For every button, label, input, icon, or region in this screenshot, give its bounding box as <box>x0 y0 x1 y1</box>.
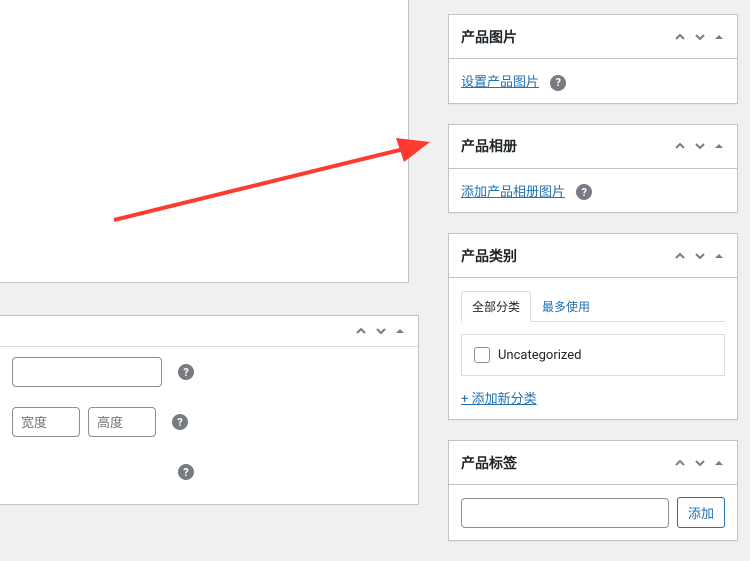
product-image-title: 产品图片 <box>461 27 517 47</box>
help-icon[interactable]: ? <box>172 414 188 430</box>
product-categories-header: 产品类别 <box>449 234 737 278</box>
toggle-icon[interactable] <box>713 31 725 43</box>
help-icon[interactable]: ? <box>576 184 592 200</box>
move-up-icon[interactable] <box>673 139 687 153</box>
toggle-icon[interactable] <box>713 457 725 469</box>
add-gallery-images-link[interactable]: 添加产品相册图片 <box>461 185 565 200</box>
product-data-header <box>0 316 418 347</box>
product-categories-title: 产品类别 <box>461 246 517 266</box>
pd-move-down-icon[interactable] <box>374 324 388 338</box>
help-icon[interactable]: ? <box>178 364 194 380</box>
product-gallery-header: 产品相册 <box>449 125 737 169</box>
tab-all-categories[interactable]: 全部分类 <box>461 291 531 322</box>
help-icon[interactable]: ? <box>178 464 194 480</box>
add-tag-button[interactable]: 添加 <box>677 497 725 528</box>
product-data-row-1: ? <box>0 347 418 391</box>
width-input[interactable] <box>12 407 80 437</box>
pd-input-1[interactable] <box>12 357 162 387</box>
product-tags-title: 产品标签 <box>461 453 517 473</box>
product-image-header: 产品图片 <box>449 15 737 59</box>
toggle-icon[interactable] <box>713 250 725 262</box>
category-item[interactable]: Uncategorized <box>474 347 712 363</box>
checkbox[interactable] <box>474 347 490 363</box>
tag-input[interactable] <box>461 498 669 528</box>
product-data-row-3: ? <box>0 441 418 491</box>
height-input[interactable] <box>88 407 156 437</box>
move-up-icon[interactable] <box>673 456 687 470</box>
help-icon[interactable]: ? <box>550 75 566 91</box>
move-up-icon[interactable] <box>673 249 687 263</box>
add-new-category-link[interactable]: + 添加新分类 <box>461 392 537 407</box>
move-up-icon[interactable] <box>673 30 687 44</box>
toggle-icon[interactable] <box>713 140 725 152</box>
move-down-icon[interactable] <box>693 30 707 44</box>
category-label: Uncategorized <box>498 348 581 363</box>
product-tags-header: 产品标签 <box>449 441 737 485</box>
product-gallery-title: 产品相册 <box>461 136 517 156</box>
product-tags-panel: 产品标签 添加 <box>448 440 738 541</box>
product-gallery-panel: 产品相册 添加产品相册图片 ? <box>448 124 738 214</box>
move-down-icon[interactable] <box>693 456 707 470</box>
move-down-icon[interactable] <box>693 139 707 153</box>
category-tabs: 全部分类 最多使用 <box>461 290 725 322</box>
product-image-panel: 产品图片 设置产品图片 ? <box>448 14 738 104</box>
move-down-icon[interactable] <box>693 249 707 263</box>
set-product-image-link[interactable]: 设置产品图片 <box>461 75 539 90</box>
tab-most-used[interactable]: 最多使用 <box>531 291 601 322</box>
main-column: ? ? ? <box>0 0 420 505</box>
content-editor-box[interactable] <box>0 0 409 283</box>
tag-input-row: 添加 <box>461 497 725 528</box>
sidebar-column: 产品图片 设置产品图片 ? 产品相册 添加产品相册图片 ? <box>448 14 738 561</box>
category-list: Uncategorized <box>461 334 725 376</box>
pd-toggle-icon[interactable] <box>394 325 406 337</box>
product-categories-panel: 产品类别 全部分类 最多使用 Uncategorized + 添加新分类 <box>448 233 738 420</box>
product-data-panel: ? ? ? <box>0 315 419 505</box>
pd-move-up-icon[interactable] <box>354 324 368 338</box>
product-data-row-dimensions: ? <box>0 391 418 441</box>
